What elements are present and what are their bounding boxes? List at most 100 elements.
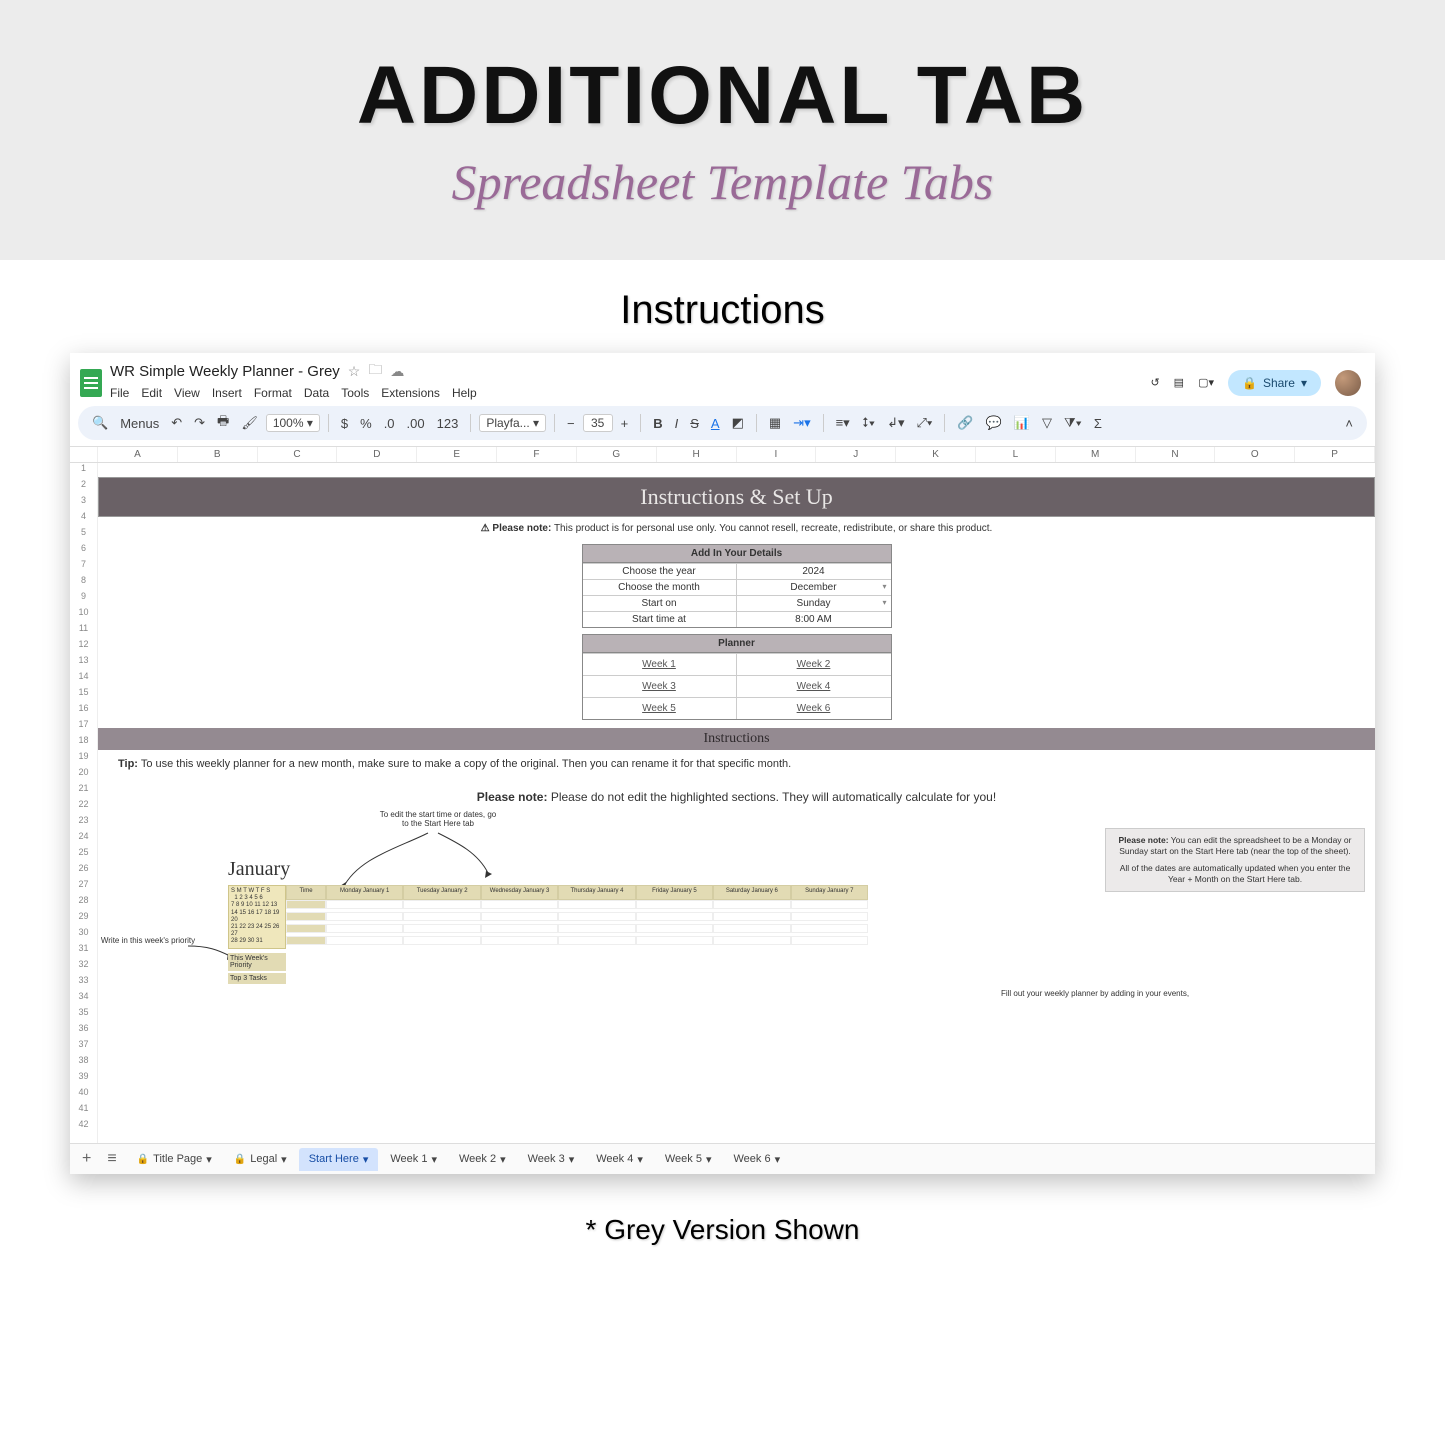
all-sheets-button[interactable]: ≡	[101, 1147, 122, 1171]
filter-icon[interactable]: ▽	[1038, 413, 1056, 433]
tab-menu-icon[interactable]: ▾	[775, 1153, 781, 1166]
start-time-cell[interactable]: 8:00 AM	[737, 611, 891, 627]
format-123-button[interactable]: 123	[433, 414, 463, 433]
undo-icon[interactable]: ↶	[167, 413, 186, 433]
callout-right: Please note: You can edit the spreadshee…	[1105, 828, 1365, 892]
week2-link[interactable]: Week 2	[737, 653, 891, 675]
instructions-banner: Instructions & Set Up	[98, 477, 1375, 517]
dec-less-button[interactable]: .0	[380, 414, 399, 433]
percent-button[interactable]: %	[356, 414, 376, 433]
mini-calendar: S M T W T F S 1 2 3 4 5 6 7 8 9 10 11 12…	[228, 885, 286, 949]
font-select[interactable]: Playfa... ▾	[479, 414, 546, 432]
rotate-icon[interactable]: ⤢▾	[913, 413, 937, 433]
wrap-icon[interactable]: ↲▾	[883, 413, 908, 433]
week6-link[interactable]: Week 6	[737, 697, 891, 719]
details-table: Add In Your Details Choose the year2024 …	[582, 544, 892, 628]
menu-view[interactable]: View	[174, 386, 200, 400]
week1-link[interactable]: Week 1	[583, 653, 737, 675]
menu-extensions[interactable]: Extensions	[381, 386, 440, 400]
search-icon[interactable]: 🔍	[88, 413, 112, 433]
tab-week-2[interactable]: Week 2▾	[449, 1148, 516, 1171]
move-folder-icon[interactable]: 🗀	[368, 359, 382, 383]
tab-week-1[interactable]: Week 1▾	[380, 1148, 447, 1171]
strike-button[interactable]: S	[686, 414, 703, 433]
dec-more-button[interactable]: .00	[403, 414, 429, 433]
comment-icon[interactable]: 💬	[982, 413, 1006, 433]
menu-help[interactable]: Help	[452, 386, 477, 400]
row-numbers[interactable]: 1234567891011121314151617181920212223242…	[70, 463, 98, 1143]
tab-week-5[interactable]: Week 5▾	[655, 1148, 722, 1171]
please-note-line: ⚠ Please note: This product is for perso…	[98, 523, 1375, 534]
star-icon[interactable]: ☆	[348, 363, 361, 380]
document-title[interactable]: WR Simple Weekly Planner - Grey	[110, 363, 340, 380]
paint-format-icon[interactable]: 🖌	[237, 413, 262, 433]
share-button[interactable]: 🔒 Share ▾	[1228, 370, 1321, 396]
tab-week-4[interactable]: Week 4▾	[586, 1148, 653, 1171]
size-dec-button[interactable]: −	[563, 414, 579, 433]
month-dropdown[interactable]: December	[737, 579, 891, 595]
section-label: Instructions	[0, 288, 1445, 333]
menu-edit[interactable]: Edit	[141, 386, 162, 400]
comments-icon[interactable]: ▤	[1174, 376, 1184, 389]
currency-button[interactable]: $	[337, 414, 352, 433]
merge-icon[interactable]: ⇥▾	[789, 413, 814, 433]
banner-text: Instructions & Set Up	[640, 484, 833, 510]
text-color-button[interactable]: A	[707, 414, 724, 433]
halign-icon[interactable]: ≡▾	[832, 413, 854, 433]
week3-link[interactable]: Week 3	[583, 675, 737, 697]
redo-icon[interactable]: ↷	[190, 413, 209, 433]
valign-icon[interactable]: ⭥▾	[858, 413, 879, 433]
january-preview: January S M T W T F S 1 2 3 4 5 6 7 8 9 …	[228, 858, 868, 984]
functions-icon[interactable]: Σ	[1090, 414, 1106, 433]
tab-week-3[interactable]: Week 3▾	[518, 1148, 585, 1171]
tab-menu-icon[interactable]: ▾	[281, 1153, 287, 1166]
tab-start-here[interactable]: Start Here▾	[299, 1148, 379, 1171]
callout-edit-start: To edit the start time or dates, go to t…	[378, 810, 498, 828]
column-headers[interactable]: ABCDEFGHIJKLMNOP	[70, 446, 1375, 463]
week5-link[interactable]: Week 5	[583, 697, 737, 719]
tab-title-page[interactable]: 🔒Title Page▾	[127, 1148, 222, 1171]
fill-color-icon[interactable]: ◩	[728, 413, 748, 433]
share-label: Share	[1263, 376, 1295, 390]
bold-button[interactable]: B	[649, 414, 666, 433]
italic-button[interactable]: I	[671, 414, 683, 433]
filter-views-icon[interactable]: ⧩▾	[1060, 413, 1086, 433]
tab-menu-icon[interactable]: ▾	[363, 1153, 369, 1166]
tab-legal[interactable]: 🔒Legal▾	[224, 1148, 297, 1171]
menu-tools[interactable]: Tools	[341, 386, 369, 400]
start-on-dropdown[interactable]: Sunday	[737, 595, 891, 611]
history-icon[interactable]: ↺	[1150, 376, 1159, 389]
tab-menu-icon[interactable]: ▾	[637, 1153, 643, 1166]
year-cell[interactable]: 2024	[737, 563, 891, 579]
sheet-tabs: + ≡ 🔒Title Page▾🔒Legal▾Start Here▾Week 1…	[70, 1143, 1375, 1174]
menu-data[interactable]: Data	[304, 386, 329, 400]
sheets-logo-icon[interactable]	[80, 369, 102, 397]
add-sheet-button[interactable]: +	[76, 1147, 97, 1171]
chevron-down-icon: ▾	[1301, 376, 1307, 390]
please-note-edit: Please note: Please do not edit the high…	[98, 786, 1375, 808]
chart-icon[interactable]: 📊	[1010, 413, 1034, 433]
example-mock: To edit the start time or dates, go to t…	[98, 808, 1375, 998]
tab-menu-icon[interactable]: ▾	[569, 1153, 575, 1166]
link-icon[interactable]: 🔗	[953, 413, 977, 433]
spreadsheet-window: WR Simple Weekly Planner - Grey ☆ 🗀 ☁ Fi…	[70, 353, 1375, 1174]
menu-insert[interactable]: Insert	[212, 386, 242, 400]
toolbar-collapse-icon[interactable]: ˄	[1341, 414, 1357, 433]
font-size-input[interactable]: 35	[583, 414, 613, 432]
tab-week-6[interactable]: Week 6▾	[724, 1148, 791, 1171]
menu-format[interactable]: Format	[254, 386, 292, 400]
tab-menu-icon[interactable]: ▾	[706, 1153, 712, 1166]
week4-link[interactable]: Week 4	[737, 675, 891, 697]
sheet-body[interactable]: Instructions & Set Up ⚠ Please note: Thi…	[98, 463, 1375, 1143]
print-icon[interactable]: 🖶	[213, 410, 233, 436]
tab-menu-icon[interactable]: ▾	[431, 1153, 437, 1166]
borders-icon[interactable]: ▦	[765, 413, 785, 433]
menu-file[interactable]: File	[110, 386, 129, 400]
zoom-select[interactable]: 100% ▾	[266, 414, 320, 432]
size-inc-button[interactable]: +	[617, 414, 633, 433]
tab-menu-icon[interactable]: ▾	[500, 1153, 506, 1166]
callout-priority: Write in this week's priority	[98, 936, 198, 945]
meet-icon[interactable]: ▢▾	[1198, 376, 1214, 389]
avatar[interactable]	[1335, 370, 1361, 396]
tab-menu-icon[interactable]: ▾	[206, 1153, 212, 1166]
